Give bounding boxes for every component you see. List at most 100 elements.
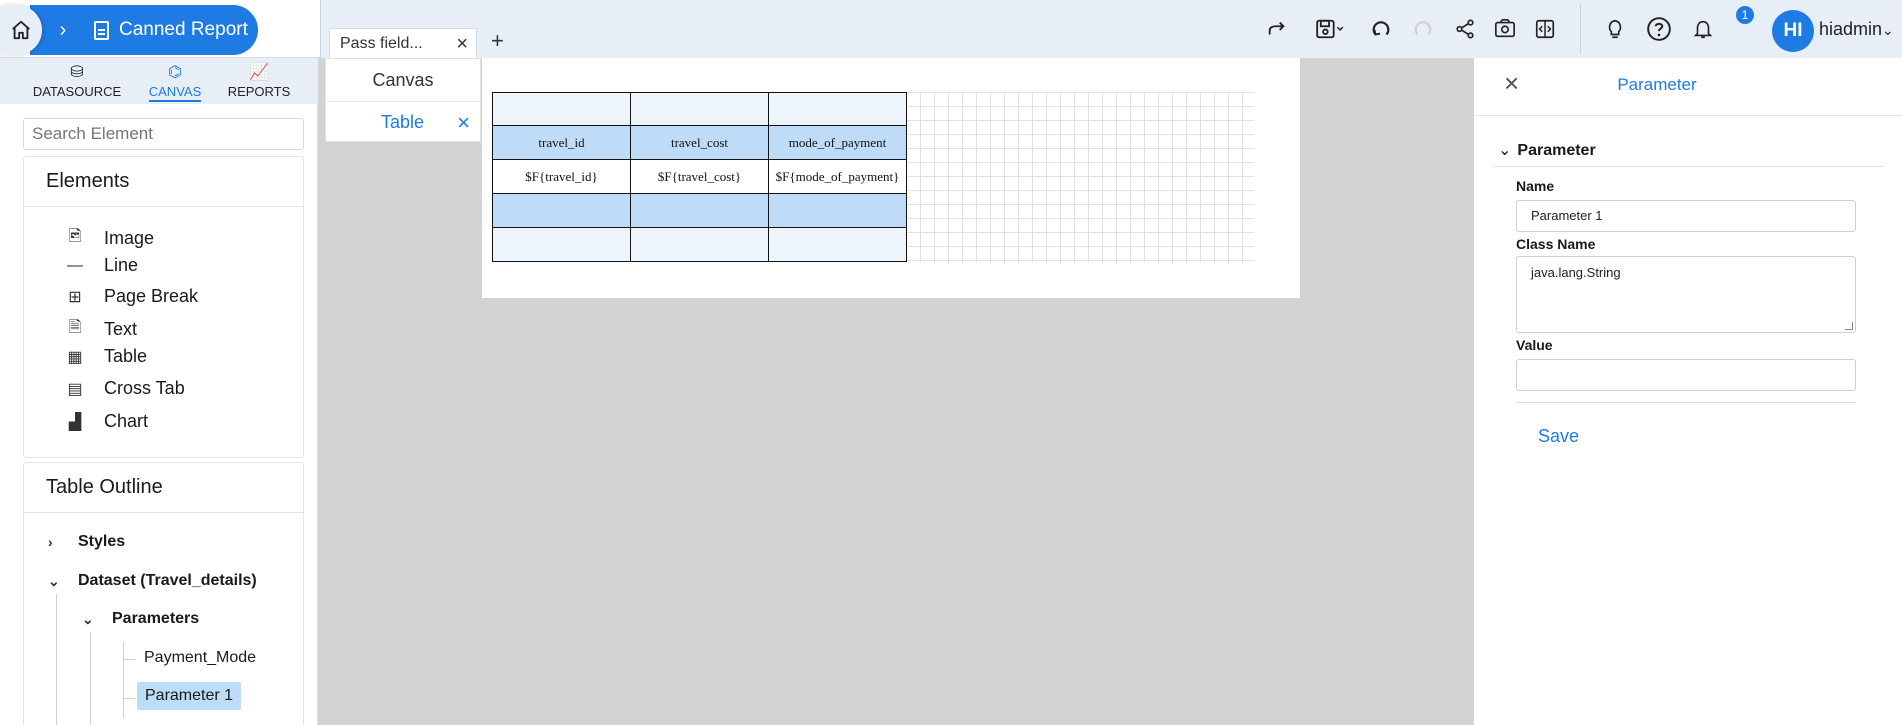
tree-guide [123, 698, 135, 699]
table-cell[interactable] [630, 92, 769, 126]
outline-styles[interactable]: › Styles [48, 533, 125, 551]
outline-parameters[interactable]: ⌄ Parameters [82, 610, 199, 628]
table-cell[interactable] [768, 92, 907, 126]
table-header-cell[interactable]: mode_of_payment [768, 125, 907, 160]
page-break-icon: ⊞ [68, 288, 82, 306]
document-tab-strip: Pass field... × + [320, 0, 1240, 58]
left-panel: ⛁ DATASOURCE ⌬ CANVAS 📈 REPORTS Elements… [0, 58, 318, 725]
search-input[interactable] [23, 118, 304, 150]
toolbar-divider [1580, 4, 1581, 54]
outline-dataset[interactable]: ⌄ Dataset (Travel_details) [48, 572, 257, 590]
table-header-row: travel_id travel_cost mode_of_payment [492, 125, 907, 160]
breadcrumb-report-label: Canned Report [119, 19, 248, 40]
chart-icon: 📈 [249, 64, 269, 81]
table-header-cell[interactable]: travel_id [492, 125, 631, 160]
refresh-icon[interactable] [1366, 14, 1396, 44]
element-table[interactable]: ▦ Table [64, 346, 147, 367]
resize-grip-icon[interactable] [1845, 322, 1853, 330]
divider [1474, 115, 1902, 116]
element-cross-tab[interactable]: ▤ Cross Tab [64, 378, 184, 399]
tab-datasource[interactable]: ⛁ DATASOURCE [30, 62, 124, 99]
close-icon[interactable]: × [457, 110, 470, 136]
table-detail-row: $F{travel_id} $F{travel_cost} $F{mode_of… [492, 159, 907, 194]
chevron-down-icon: ⌄ [1882, 22, 1894, 38]
table-cell[interactable] [492, 92, 631, 126]
notification-bell-icon[interactable] [1688, 14, 1718, 44]
breadcrumb-canned-report[interactable]: Canned Report [60, 5, 258, 55]
home-icon [12, 20, 30, 40]
cross-tab-icon: ▤ [67, 380, 83, 398]
chevron-right-icon: › [48, 534, 53, 550]
name-field[interactable]: Parameter 1 [1516, 200, 1856, 232]
close-tab-icon[interactable]: × [456, 33, 468, 56]
element-page-break[interactable]: ⊞ Page Break [64, 286, 198, 307]
share-icon[interactable] [1450, 14, 1480, 44]
tab-canvas[interactable]: ⌬ CANVAS [140, 62, 210, 102]
loading-icon [1408, 14, 1438, 44]
database-icon: ⛁ [70, 64, 84, 81]
tree-guide [90, 632, 91, 725]
element-chart[interactable]: ▟ Chart [64, 411, 148, 432]
table-row [492, 227, 907, 262]
table-icon: ▦ [67, 348, 83, 366]
table-cell[interactable] [630, 193, 769, 228]
table-cell[interactable] [492, 193, 631, 228]
panel-title: Parameter [1617, 75, 1697, 94]
divider [1516, 402, 1856, 403]
report-doc-icon [94, 20, 109, 40]
save-button[interactable]: Save [1538, 426, 1579, 447]
document-tab-label: Pass field... [340, 34, 423, 52]
table-row [492, 193, 907, 228]
table-cell[interactable] [630, 227, 769, 262]
class-name-field[interactable]: java.lang.String [1516, 256, 1856, 333]
chevron-right-icon: › [59, 18, 67, 41]
element-text[interactable]: 🗎 Text [64, 316, 137, 343]
table-detail-cell[interactable]: $F{travel_cost} [630, 159, 769, 194]
class-name-label: Class Name [1516, 236, 1596, 252]
add-tab-button[interactable]: + [491, 28, 504, 54]
tree-guide [123, 642, 124, 718]
tab-reports[interactable]: 📈 REPORTS [224, 62, 294, 99]
nav-table[interactable]: Table × [326, 101, 480, 143]
elements-title: Elements [24, 157, 303, 207]
redo-forward-icon[interactable] [1262, 14, 1292, 44]
table-cell[interactable] [492, 227, 631, 262]
left-panel-tabs: ⛁ DATASOURCE ⌬ CANVAS 📈 REPORTS [0, 58, 318, 104]
user-menu[interactable]: hiadmin⌄ [1819, 19, 1894, 40]
report-table[interactable]: travel_id travel_cost mode_of_payment $F… [492, 92, 907, 262]
canvas-nodes-icon: ⌬ [168, 64, 182, 81]
element-line[interactable]: — Line [64, 255, 138, 276]
lightbulb-icon[interactable] [1600, 14, 1630, 44]
table-cell[interactable] [768, 193, 907, 228]
image-file-icon: 🖻 [68, 228, 82, 245]
document-tab[interactable]: Pass field... × [329, 28, 477, 58]
table-cell[interactable] [768, 227, 907, 262]
save-dropdown-icon[interactable] [1308, 14, 1352, 44]
help-icon[interactable] [1644, 14, 1674, 44]
outline-param-parameter-1[interactable]: Parameter 1 [137, 682, 242, 710]
table-header-cell[interactable]: travel_cost [630, 125, 769, 160]
tree-guide [123, 659, 135, 660]
value-field[interactable] [1516, 359, 1856, 391]
element-image[interactable]: 🖻 Image [64, 225, 154, 252]
value-label: Value [1516, 337, 1553, 353]
top-bar: › Canned Report Pass field... × + 1 HI h… [0, 0, 1902, 58]
canvas-grid [906, 92, 1254, 263]
canvas-nav: Canvas Table × [325, 58, 481, 142]
line-icon: — [67, 256, 83, 274]
divider [1494, 166, 1884, 167]
table-outline-title: Table Outline [24, 463, 303, 513]
chevron-down-icon: ⌄ [82, 610, 94, 627]
table-row [492, 92, 907, 126]
preview-icon[interactable] [1490, 14, 1520, 44]
avatar[interactable]: HI [1772, 10, 1814, 52]
tree-guide [56, 594, 57, 725]
parameter-section-toggle[interactable]: ⌄ Parameter [1498, 140, 1596, 160]
text-doc-icon: 🗎 [68, 319, 82, 336]
table-detail-cell[interactable]: $F{mode_of_payment} [768, 159, 907, 194]
nav-canvas[interactable]: Canvas [326, 59, 480, 101]
chart-icon: ▟ [68, 413, 82, 431]
panel-toggle-icon[interactable] [1530, 14, 1560, 44]
outline-param-payment-mode[interactable]: Payment_Mode [144, 649, 256, 667]
table-detail-cell[interactable]: $F{travel_id} [492, 159, 631, 194]
